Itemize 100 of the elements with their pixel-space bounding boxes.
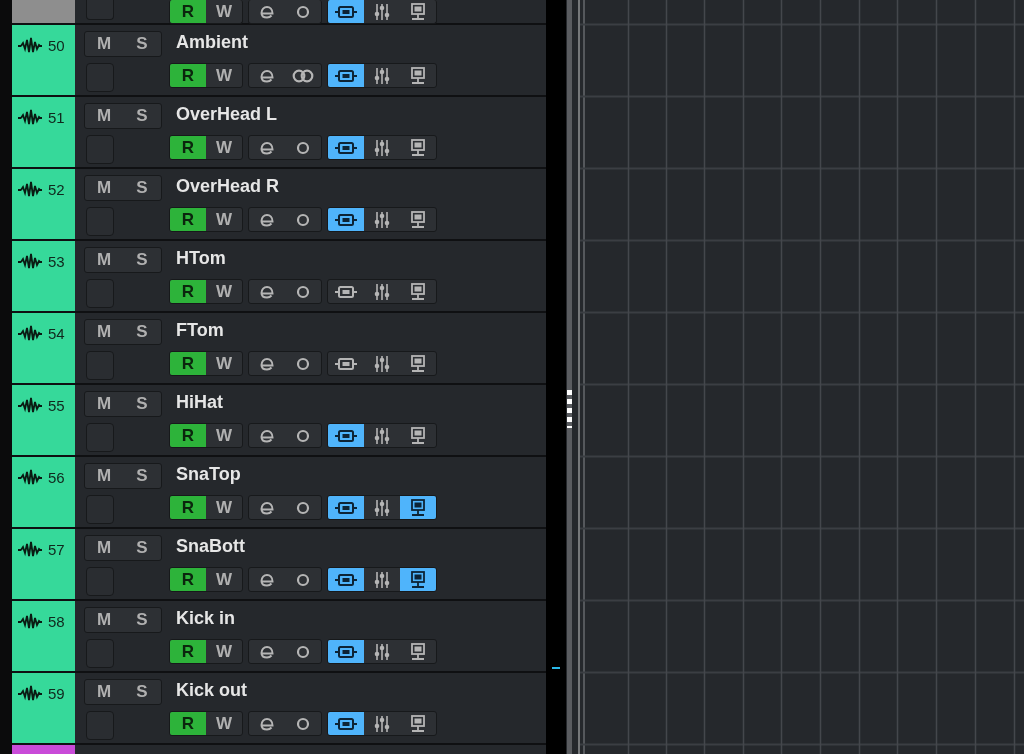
read-automation-button[interactable]: R	[170, 640, 206, 663]
mute-button[interactable]: M	[85, 32, 123, 56]
solo-button[interactable]: S	[123, 536, 161, 560]
faders-icon	[374, 426, 390, 445]
track-number: 54	[48, 325, 65, 343]
monitor-button[interactable]	[328, 712, 364, 735]
solo-button[interactable]: S	[123, 176, 161, 200]
solo-button[interactable]: S	[123, 680, 161, 704]
solo-button[interactable]: S	[123, 320, 161, 344]
write-automation-button[interactable]: W	[206, 640, 242, 663]
circle-icon	[296, 716, 310, 731]
edit-icon	[259, 3, 275, 20]
read-automation-button[interactable]: R	[170, 424, 206, 447]
write-automation-button[interactable]: W	[206, 208, 242, 231]
monitor-button[interactable]	[328, 208, 364, 231]
waveform-icon	[18, 613, 42, 631]
monitor-button[interactable]	[328, 496, 364, 519]
write-automation-button[interactable]: W	[206, 424, 242, 447]
edit-icon	[259, 427, 275, 444]
mute-button[interactable]: M	[85, 680, 123, 704]
read-automation-button[interactable]: R	[170, 208, 206, 231]
track-name: FTom	[176, 319, 224, 341]
write-automation-button[interactable]: W	[206, 64, 242, 87]
circle-icon	[296, 644, 310, 659]
read-automation-button[interactable]: R	[170, 352, 206, 375]
waveform-icon	[18, 685, 42, 703]
track-name: SnaBott	[176, 535, 245, 557]
solo-button[interactable]: S	[123, 32, 161, 56]
computer-icon	[410, 138, 426, 157]
mute-button[interactable]: M	[85, 392, 123, 416]
circle-icon	[296, 212, 310, 227]
write-automation-button[interactable]: W	[206, 712, 242, 735]
edit-icon	[259, 715, 275, 732]
mute-button[interactable]: M	[85, 176, 123, 200]
solo-button[interactable]: S	[123, 392, 161, 416]
edit-icon	[259, 139, 275, 156]
write-automation-button[interactable]: W	[206, 136, 242, 159]
monitor-button[interactable]	[328, 640, 364, 663]
monitor-input-icon	[335, 716, 357, 731]
track-number: 53	[48, 253, 65, 271]
mute-button[interactable]: M	[85, 104, 123, 128]
waveform-icon	[18, 37, 42, 55]
faders-icon	[374, 498, 390, 517]
monitor-button[interactable]	[328, 64, 364, 87]
mute-button[interactable]: M	[85, 464, 123, 488]
computer-icon	[410, 2, 426, 21]
computer-icon	[410, 354, 426, 373]
position-marker	[552, 667, 560, 669]
track-name: SnaTop	[176, 463, 241, 485]
track-number: 50	[48, 37, 65, 55]
track-number: 59	[48, 685, 65, 703]
monitor-button[interactable]	[328, 136, 364, 159]
faders-icon	[374, 66, 390, 85]
track-number: 51	[48, 109, 65, 127]
read-automation-button[interactable]: R	[170, 0, 206, 23]
track-name: HiHat	[176, 391, 223, 413]
read-automation-button[interactable]: R	[170, 280, 206, 303]
monitor-button[interactable]	[328, 568, 364, 591]
solo-button[interactable]: S	[123, 104, 161, 128]
mute-button[interactable]: M	[85, 248, 123, 272]
read-automation-button[interactable]: R	[170, 496, 206, 519]
monitor-button[interactable]	[328, 0, 364, 23]
mute-button[interactable]: M	[85, 320, 123, 344]
faders-icon	[374, 570, 390, 589]
faders-icon	[374, 138, 390, 157]
track-number: 55	[48, 397, 65, 415]
waveform-icon	[18, 397, 42, 415]
mute-button[interactable]: M	[85, 536, 123, 560]
edit-icon	[259, 67, 275, 84]
resize-handle-icon[interactable]	[567, 390, 572, 428]
monitor-input-icon	[335, 4, 357, 19]
write-automation-button[interactable]: W	[206, 0, 242, 23]
faders-icon	[374, 282, 390, 301]
circle-icon	[296, 356, 310, 371]
scrollbar[interactable]	[567, 0, 572, 754]
read-automation-button[interactable]: R	[170, 64, 206, 87]
write-automation-button[interactable]: W	[206, 352, 242, 375]
computer-icon	[410, 282, 426, 301]
edit-icon	[259, 355, 275, 372]
monitor-input-icon	[335, 140, 357, 155]
solo-button[interactable]: S	[123, 248, 161, 272]
monitor-input-icon	[335, 356, 357, 371]
write-automation-button[interactable]: W	[206, 280, 242, 303]
read-automation-button[interactable]: R	[170, 712, 206, 735]
solo-button[interactable]: S	[123, 608, 161, 632]
write-automation-button[interactable]: W	[206, 496, 242, 519]
monitor-input-icon	[335, 644, 357, 659]
read-automation-button[interactable]: R	[170, 568, 206, 591]
output-button[interactable]	[400, 568, 436, 591]
mute-button[interactable]: M	[85, 608, 123, 632]
output-button[interactable]	[400, 496, 436, 519]
solo-button[interactable]: S	[123, 464, 161, 488]
computer-icon	[410, 570, 426, 589]
write-automation-button[interactable]: W	[206, 568, 242, 591]
track-name: OverHead R	[176, 175, 280, 197]
monitor-input-icon	[335, 572, 357, 587]
read-automation-button[interactable]: R	[170, 136, 206, 159]
monitor-button[interactable]	[328, 424, 364, 447]
track-name: Ambient	[176, 31, 248, 53]
waveform-icon	[18, 181, 42, 199]
